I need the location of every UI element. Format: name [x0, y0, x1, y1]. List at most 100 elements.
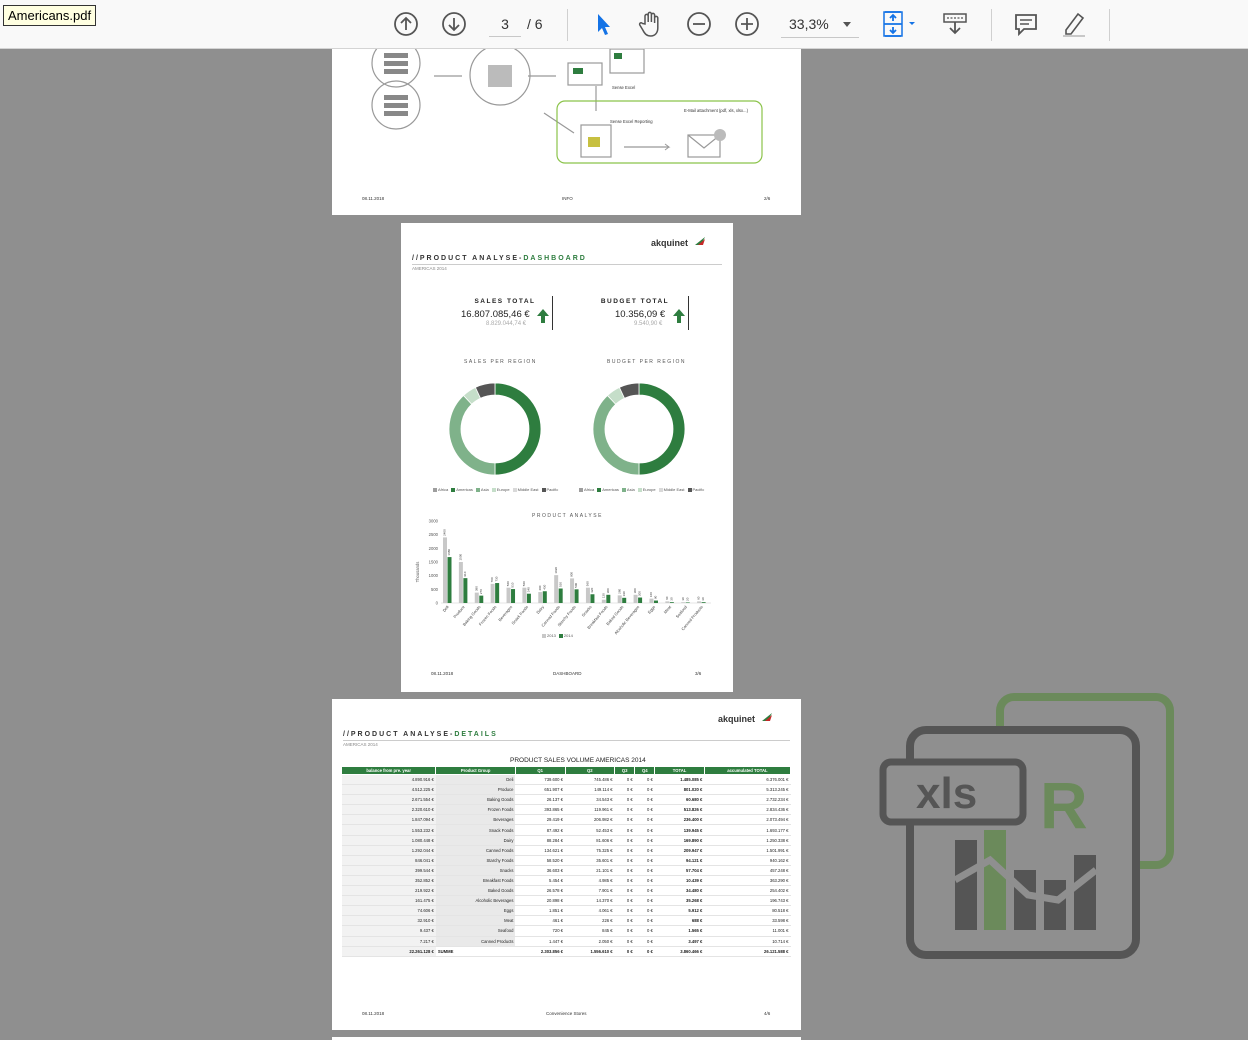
- page-subtitle: AMERICAS 2014: [412, 266, 447, 271]
- legend-item: Asia: [475, 487, 489, 492]
- legend-swatch: [658, 487, 663, 492]
- bar-data-label: 530: [558, 582, 562, 587]
- legend-item: Americas: [597, 487, 619, 492]
- legend-swatch: [541, 487, 546, 492]
- page-number-input[interactable]: [489, 11, 521, 37]
- x-tick-label: Deli: [442, 604, 450, 613]
- legend-swatch: [579, 487, 583, 492]
- bar-data-label: 1020: [554, 567, 558, 574]
- add-comment-button[interactable]: [1011, 9, 1041, 39]
- bar-data-label: 200: [638, 591, 642, 596]
- footer-page: 2/6: [764, 196, 771, 201]
- scroll-mode-button[interactable]: [940, 9, 970, 39]
- legend-swatch: [475, 487, 480, 492]
- table-cell: 5.313.245 €: [704, 784, 791, 796]
- footer-date: 08.11.2018: [362, 1011, 385, 1016]
- table-cell: 0 €: [614, 774, 635, 786]
- table-cell: 1.565 €: [654, 925, 705, 937]
- table-cell: SUMME: [435, 945, 516, 957]
- footer-center: INFO: [562, 196, 573, 201]
- legend-swatch: [451, 487, 456, 492]
- x-tick-label: Beverages: [497, 604, 513, 622]
- table-cell: 0 €: [614, 905, 635, 917]
- y-tick-label: 1500: [429, 560, 439, 565]
- legend-label: Europe: [642, 487, 656, 492]
- bar-data-label: 730: [495, 576, 499, 581]
- table-cell: 0 €: [614, 784, 635, 796]
- select-tool-button[interactable]: [588, 9, 618, 39]
- table-row: 4.890.916 € Deli 739.600 €745.486 €0 €0 €1…: [341, 774, 791, 786]
- legend-label: Americas: [602, 487, 619, 492]
- bar-2013: [554, 575, 559, 603]
- table-row: 74.606 € Eggs 1.851 €4.061 €0 €0 €5.912 €8…: [341, 905, 791, 917]
- monitor-icon: [609, 48, 645, 74]
- zoom-out-button[interactable]: [684, 9, 714, 39]
- table-cell: 209.947 €: [654, 845, 705, 856]
- legend-item: 2014: [558, 633, 573, 638]
- hand-tool-button[interactable]: [636, 9, 666, 39]
- product-analyse-bar-chart: 3000 2500 2000 1500 1000 500 0 Thousands 2400 168…: [415, 519, 711, 635]
- table-cell: Snacks: [435, 865, 516, 876]
- table-cell: 1.693.177 €: [704, 824, 791, 836]
- table-cell: 6.376.001 €: [704, 774, 791, 786]
- table-cell: 1.553.232 €: [341, 824, 436, 836]
- legend-swatch: [621, 487, 626, 492]
- akquinet-logo: akquinet: [651, 238, 689, 248]
- legend-label: Pacific: [692, 487, 705, 492]
- table-cell: 1.851 €: [515, 905, 566, 917]
- highlight-button[interactable]: [1059, 9, 1089, 39]
- bar-data-label: 30: [681, 597, 685, 601]
- previous-page-button[interactable]: [391, 9, 421, 39]
- scroll-mode-icon: [943, 13, 967, 35]
- table-cell: 1.501.991 €: [704, 845, 791, 856]
- table-cell: 393.865 €: [515, 804, 566, 816]
- page-subtitle: AMERICAS 2014: [343, 742, 378, 747]
- table-cell: 226 €: [565, 915, 615, 927]
- x-tick-label: Dairy: [535, 604, 545, 614]
- zoom-out-icon: [687, 12, 711, 36]
- table-cell: 651.907 €: [515, 784, 566, 796]
- bar-data-label: 30: [701, 597, 705, 601]
- table-cell: Dairy: [435, 835, 516, 846]
- table-cell: Baked Goods: [435, 885, 516, 897]
- table-cell: 0 €: [634, 794, 655, 806]
- x-tick-label: Seafood: [675, 604, 688, 619]
- legend-label: Africa: [584, 487, 595, 492]
- donut-slice-asia: [592, 394, 640, 476]
- legend-item: Europe: [637, 487, 656, 492]
- table-cell: 58.520 €: [515, 855, 566, 866]
- zoom-in-button[interactable]: [732, 9, 762, 39]
- bar-data-label: 2400: [443, 529, 447, 536]
- table-cell: 26.578 €: [515, 885, 566, 897]
- legend-item: Africa: [433, 487, 448, 492]
- donut-slice-americas: [638, 382, 686, 476]
- bar-data-label: 340: [527, 587, 531, 592]
- table-cell: 0 €: [614, 865, 635, 876]
- table-cell: 0 €: [614, 824, 635, 836]
- table-cell: 0 €: [634, 905, 655, 917]
- bar-data-label: 560: [586, 581, 590, 586]
- table-cell: 81.606 €: [565, 835, 615, 846]
- bar-data-label: 380: [474, 586, 478, 591]
- bar-2014: [606, 594, 611, 603]
- legend-label: Americas: [456, 487, 473, 492]
- bar-2014: [495, 583, 500, 603]
- bar-2013: [443, 537, 447, 603]
- next-page-button[interactable]: [439, 9, 469, 39]
- table-cell: 745.486 €: [565, 774, 615, 786]
- table-cell: 33.598 €: [704, 915, 791, 927]
- bar-2014: [669, 602, 674, 603]
- pdf-page-info: Sense Excel Sense Excel Reporting E-Mail…: [332, 38, 801, 215]
- table-cell: 739.600 €: [515, 774, 566, 786]
- table-cell: 34.543 €: [565, 794, 615, 806]
- page-title: //PRODUCT ANALYSE-DASHBOARD: [412, 255, 587, 262]
- table-cell: 26.137 €: [515, 794, 566, 806]
- table-cell: 74.606 €: [341, 905, 436, 917]
- table-cell: 0 €: [614, 895, 635, 907]
- table-cell: 0 €: [634, 824, 655, 836]
- y-tick-label: 1000: [429, 573, 439, 578]
- table-cell: 57.704 €: [654, 865, 705, 876]
- zoom-dropdown[interactable]: 33,3%: [781, 11, 859, 38]
- table-cell: 2.834.436 €: [704, 804, 791, 816]
- fit-page-button[interactable]: [880, 9, 920, 39]
